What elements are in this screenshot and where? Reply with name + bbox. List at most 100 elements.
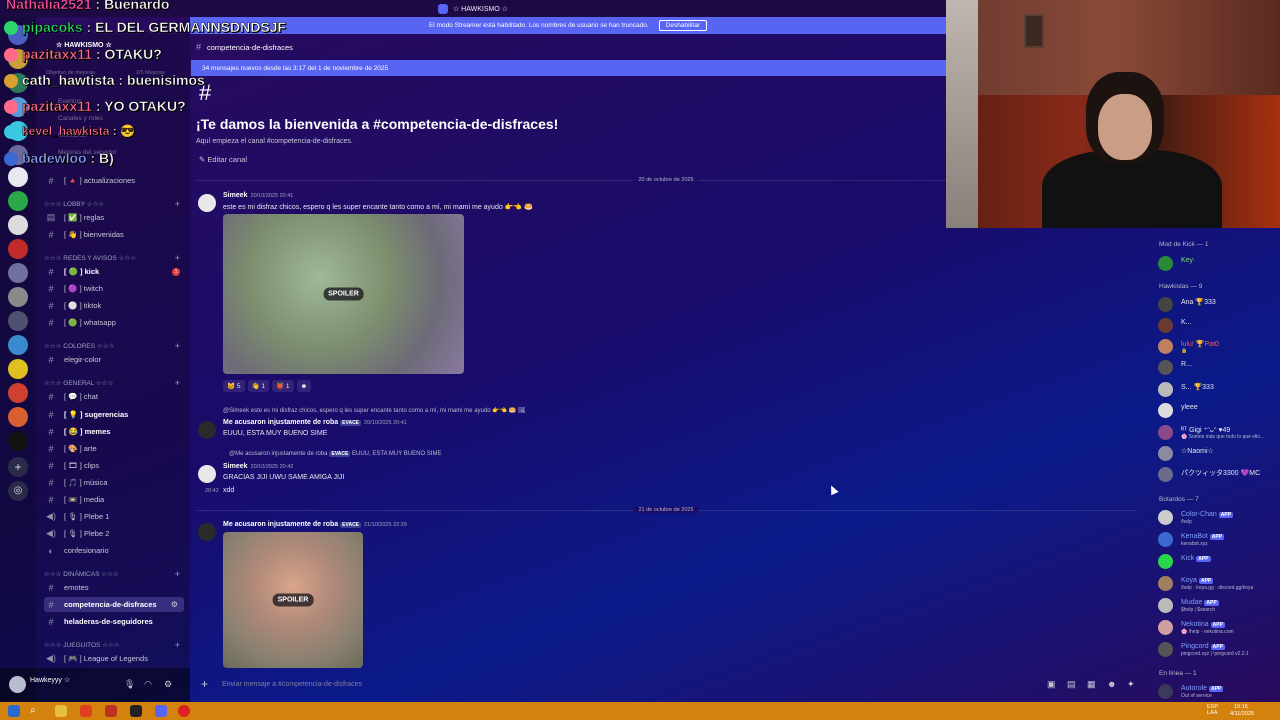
member-row[interactable]: K... xyxy=(1158,316,1278,334)
channel-sugerencias[interactable]: #[ 💡 ] sugerencias xyxy=(44,407,184,422)
category-jueguitos[interactable]: ☆☆☆ JUEGUITOS ☆☆☆ + xyxy=(44,639,184,651)
browser-icon[interactable] xyxy=(80,705,92,717)
member-row[interactable]: Pingcord APP pingcord.xyz | !pingcord v2.2… xyxy=(1158,640,1278,658)
member-row[interactable]: yleee xyxy=(1158,401,1278,419)
server-icon[interactable] xyxy=(8,215,28,235)
avatar[interactable] xyxy=(198,523,216,541)
member-row[interactable]: Autorole APP Out of service xyxy=(1158,682,1278,700)
channel-emotes[interactable]: # emotes xyxy=(44,580,184,595)
start-icon[interactable] xyxy=(8,705,20,717)
server-icon[interactable] xyxy=(8,431,28,451)
voice-plebe-2[interactable]: ◀)[ 🎙 ] Plebe 2 xyxy=(44,526,184,541)
message-author[interactable]: Simeek 20/10/2025 20:41 xyxy=(223,192,293,199)
add-reaction-icon[interactable]: ☻ xyxy=(296,380,312,392)
search-icon[interactable]: ⌕ xyxy=(30,705,42,717)
channel-tiktok[interactable]: #[ ⚪ ] tiktok xyxy=(44,298,184,313)
channel-musica[interactable]: #[ 🎵 ] música xyxy=(44,475,184,490)
member-row[interactable]: パクツィッタ3300 💜MC xyxy=(1158,465,1278,483)
add-attachment-icon[interactable]: + xyxy=(201,677,208,691)
reply-preview[interactable]: @Simeek este es mi disfraz chicos, esper… xyxy=(223,407,526,414)
spoiler-image[interactable]: SPOILER xyxy=(223,532,363,668)
member-row[interactable]: Key· xyxy=(1158,254,1278,272)
server-icon[interactable] xyxy=(8,359,28,379)
microphone-icon[interactable]: 🎙 xyxy=(124,679,135,690)
server-icon[interactable] xyxy=(8,239,28,259)
server-icon[interactable] xyxy=(8,407,28,427)
add-channel-icon[interactable]: + xyxy=(175,378,180,388)
channel-twitch[interactable]: #[ 🟣 ] twitch xyxy=(44,281,184,296)
voice-plebe-1[interactable]: ◀)[ 🎙 ] Plebe 1 xyxy=(44,509,184,524)
avatar[interactable] xyxy=(9,676,26,693)
channel-whatsapp[interactable]: #[ 🟢 ] whatsapp xyxy=(44,315,184,330)
message-author[interactable]: Me acusaron injustamente de roba EVACE 20/… xyxy=(223,419,407,426)
avatar[interactable] xyxy=(198,465,216,483)
member-row[interactable]: Nekotina APP 🌸 /help - nekotina.com xyxy=(1158,618,1278,636)
member-row[interactable]: R... xyxy=(1158,358,1278,376)
category-general[interactable]: ☆☆☆ GENERAL ☆☆☆ + xyxy=(44,377,184,389)
reaction[interactable]: 👹 1 xyxy=(272,380,294,392)
add-channel-icon[interactable]: + xyxy=(175,199,180,209)
member-row[interactable]: lulu! 🏆Pat0 🔒 xyxy=(1158,337,1278,355)
channel-chat[interactable]: #[ 💬 ] chat xyxy=(44,389,184,404)
category-dinamicas[interactable]: ☆☆☆ DINÁMICAS ☆☆☆ + xyxy=(44,568,184,580)
server-icon[interactable] xyxy=(8,311,28,331)
channel-actualizaciones[interactable]: #[ 🔺 ] actualizaciones xyxy=(44,173,184,188)
member-row[interactable]: ᴿᵀ Gigi ⁺ᵔᴗᵔ ♥49 🌸 Somos más que todo lo … xyxy=(1158,423,1278,441)
member-row[interactable]: ☆Naomi☆ xyxy=(1158,444,1278,462)
channel-settings-icon[interactable]: ⚙ xyxy=(171,600,178,609)
server-icon[interactable] xyxy=(8,191,28,211)
channel-clips[interactable]: #[ 🎞 ] clips xyxy=(44,458,184,473)
category-redes[interactable]: ☆☆☆ REDES Y AVISOS ☆☆☆ + xyxy=(44,252,184,264)
reply-preview[interactable]: @Me acusaron injustamente de roba EVACE E… xyxy=(229,451,441,457)
keyboard-locale[interactable]: ESP LAA xyxy=(1207,704,1218,716)
message-input[interactable]: Enviar mensaje a #competencia-de-disfrac… xyxy=(222,681,362,688)
server-icon[interactable] xyxy=(8,335,28,355)
reaction[interactable]: 🐱 5 xyxy=(223,380,245,392)
channel-media[interactable]: #[ 📼 ] media xyxy=(44,492,184,507)
add-channel-icon[interactable]: + xyxy=(175,341,180,351)
member-row[interactable]: KenaBot APP kenabot.xyz xyxy=(1158,530,1278,548)
discord-icon[interactable] xyxy=(155,705,167,717)
member-row[interactable]: Ana 🏆333 xyxy=(1158,295,1278,313)
gif-icon[interactable]: ▤ xyxy=(1067,679,1076,690)
sticker-icon[interactable]: ▦ xyxy=(1087,679,1096,690)
gift-icon[interactable]: ▣ xyxy=(1047,679,1056,690)
channel-memes[interactable]: #[ 😂 ] memes xyxy=(44,424,184,439)
avatar[interactable] xyxy=(198,421,216,439)
discover-icon[interactable]: ◎ xyxy=(8,481,28,501)
gear-icon[interactable]: ⚙ xyxy=(164,679,172,690)
add-channel-icon[interactable]: + xyxy=(175,640,180,650)
channel-kick[interactable]: #[ 🟢 ] kick 1 xyxy=(44,264,184,279)
avatar[interactable] xyxy=(198,194,216,212)
obs-icon[interactable] xyxy=(130,705,142,717)
add-channel-icon[interactable]: + xyxy=(175,569,180,579)
voice-league-of-legends[interactable]: ◀)[ 🎮 ] League of Legends xyxy=(44,651,184,666)
user-name[interactable]: Hawkeyyy ☆ xyxy=(30,676,70,684)
member-row[interactable]: Koya APP/help · koya.gg · discord.gg/koya xyxy=(1158,574,1278,592)
server-icon[interactable] xyxy=(8,383,28,403)
message-author[interactable]: Me acusaron injustamente de roba EVACE 21/… xyxy=(223,521,407,528)
app-icon[interactable] xyxy=(105,705,117,717)
channels-roles-link[interactable]: Canales y roles xyxy=(58,115,103,122)
record-icon[interactable] xyxy=(178,705,190,717)
channel-heladeras-de-seguidores[interactable]: # heladeras-de-seguidores xyxy=(44,614,184,629)
channel-confesionario[interactable]: ◐ confesionario xyxy=(44,543,184,558)
server-icon[interactable] xyxy=(8,263,28,283)
add-server-icon[interactable]: + xyxy=(8,457,28,477)
edit-channel-link[interactable]: ✎ Editar canal xyxy=(199,155,247,164)
headphones-icon[interactable]: ◠ xyxy=(144,679,152,690)
channel-bienvenidas[interactable]: #[ 👋 ] bienvenidas xyxy=(44,227,184,242)
channel-competencia-de-disfraces[interactable]: # competencia-de-disfraces ⚙ xyxy=(44,597,184,612)
category-lobby[interactable]: ☆☆☆ LOBBY ☆☆☆ + xyxy=(44,198,184,210)
member-row[interactable]: Mudae APP $help | $search xyxy=(1158,596,1278,614)
server-icon[interactable] xyxy=(8,287,28,307)
apps-icon[interactable]: ✦ xyxy=(1127,679,1135,690)
add-channel-icon[interactable]: + xyxy=(175,253,180,263)
file-explorer-icon[interactable] xyxy=(55,705,67,717)
channel-elegir-color[interactable]: # elegir-color xyxy=(44,352,184,367)
reaction[interactable]: 👋 1 xyxy=(247,380,270,392)
member-row[interactable]: Kick APP xyxy=(1158,552,1278,570)
clock-time[interactable]: 19:16 xyxy=(1234,704,1248,710)
member-row[interactable]: Color-Chan APP/help xyxy=(1158,508,1278,526)
member-row[interactable]: S... 🏆333 xyxy=(1158,380,1278,398)
